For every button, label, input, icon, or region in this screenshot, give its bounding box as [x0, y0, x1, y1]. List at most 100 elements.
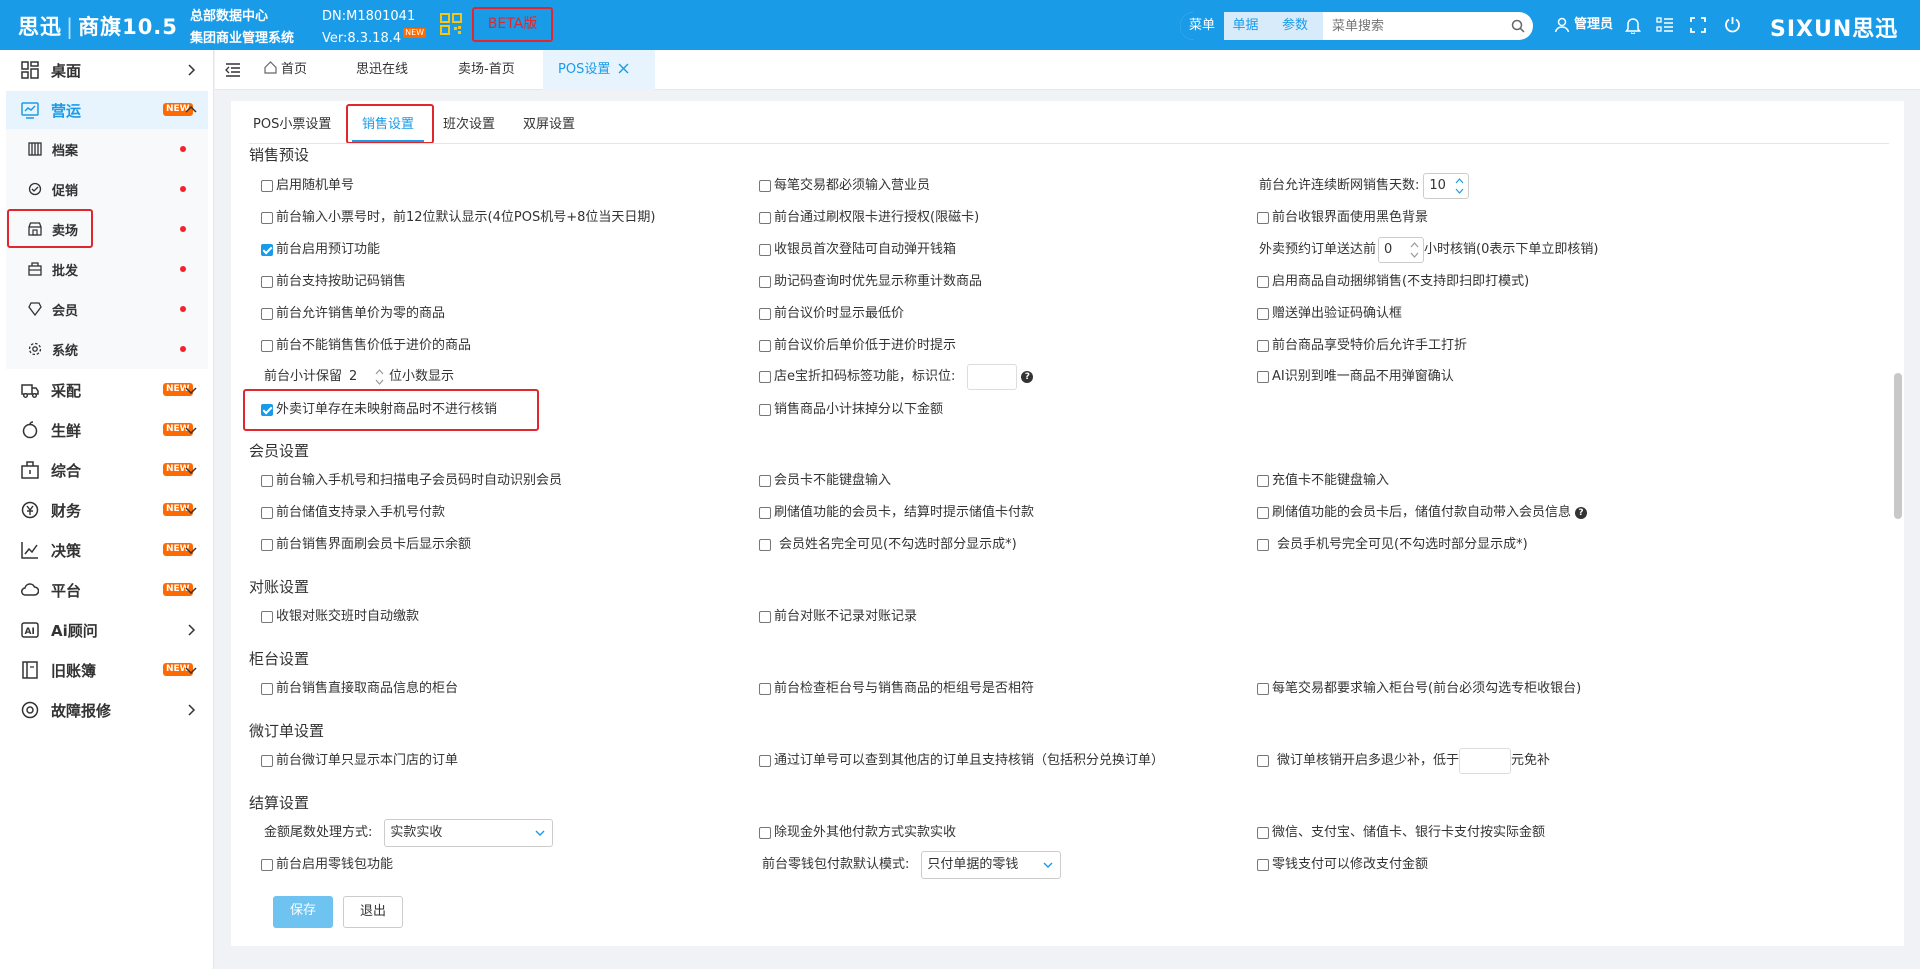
option-row[interactable]: 零钱支付可以修改支付金额: [1257, 856, 1428, 874]
checkbox[interactable]: [759, 371, 771, 383]
amount-input[interactable]: [1459, 748, 1512, 774]
sidebar-item-desktop[interactable]: 桌面: [6, 51, 208, 89]
checkbox[interactable]: [759, 683, 771, 695]
option-row[interactable]: 前台对账不记录对账记录: [759, 608, 917, 626]
option-row[interactable]: 启用随机单号: [261, 177, 354, 195]
offline-days-stepper[interactable]: 10: [1423, 173, 1470, 199]
option-row[interactable]: 微订单核销开启多退少补，低于 元免补: [1257, 747, 1550, 775]
checkbox[interactable]: [759, 507, 771, 519]
option-row[interactable]: 收银员首次登陆可自动弹开钱箱: [759, 241, 956, 259]
checkbox[interactable]: [759, 755, 771, 767]
checkbox[interactable]: [759, 244, 771, 256]
checkbox[interactable]: [759, 276, 771, 288]
marker-input[interactable]: [967, 364, 1018, 390]
checkbox[interactable]: [261, 340, 273, 352]
tab-store-home[interactable]: 卖场-首页: [458, 50, 515, 90]
list-icon[interactable]: [1656, 17, 1674, 33]
option-row[interactable]: 前台启用预订功能: [261, 241, 380, 259]
delivery-hours-stepper[interactable]: 0: [1378, 237, 1425, 263]
checkbox[interactable]: [1257, 371, 1269, 383]
exit-button[interactable]: 退出: [343, 896, 403, 928]
checkbox[interactable]: [1257, 308, 1269, 320]
option-row[interactable]: 助记码查询时优先显示称重计数商品: [759, 273, 982, 291]
stepper-arrows-icon[interactable]: [1410, 241, 1419, 259]
option-row[interactable]: 每笔交易都必须输入营业员: [759, 177, 930, 195]
checkbox-checked[interactable]: [261, 244, 273, 256]
sidebar-subitem-promotion[interactable]: 促销: [6, 169, 208, 209]
sidebar-item-ledger[interactable]: 旧账簿 NEW: [6, 651, 208, 689]
option-row[interactable]: 前台允许销售单价为零的商品: [261, 305, 445, 323]
option-row[interactable]: 前台输入小票号时，前12位默认显示(4位POS机号+8位当天日期): [261, 209, 655, 227]
subtab-receipt-settings[interactable]: POS小票设置: [253, 112, 331, 142]
checkbox[interactable]: [1257, 276, 1269, 288]
sidebar-item-ai-advisor[interactable]: AI Ai顾问: [6, 611, 208, 649]
tab-pos-settings[interactable]: POS设置: [543, 50, 655, 90]
checkbox[interactable]: [759, 539, 771, 551]
search-icon[interactable]: [1511, 19, 1525, 33]
search-mode-document[interactable]: 单据: [1224, 12, 1267, 40]
help-icon[interactable]: ?: [1575, 507, 1588, 519]
fullscreen-icon[interactable]: [1690, 17, 1706, 33]
checkbox[interactable]: [261, 755, 273, 767]
checkbox[interactable]: [261, 475, 273, 487]
search-mode-menu[interactable]: 菜单: [1180, 12, 1224, 40]
checkbox[interactable]: [1257, 859, 1269, 871]
stepper-arrows-icon[interactable]: [375, 368, 384, 386]
option-row[interactable]: 前台输入手机号和扫描电子会员码时自动识别会员: [261, 472, 562, 490]
sidebar-subitem-member[interactable]: 会员: [6, 289, 208, 329]
checkbox[interactable]: [261, 507, 273, 519]
checkbox[interactable]: [261, 180, 273, 192]
option-row[interactable]: 前台不能销售售价低于进价的商品: [261, 337, 471, 355]
collapse-menu-icon[interactable]: [225, 63, 241, 77]
sidebar-item-fresh[interactable]: 生鲜 NEW: [6, 411, 208, 449]
rounding-select[interactable]: 实款实收: [384, 819, 554, 847]
checkbox[interactable]: [1257, 827, 1269, 839]
option-row[interactable]: AI识别到唯一商品不用弹窗确认: [1257, 368, 1454, 386]
checkbox[interactable]: [1257, 755, 1269, 767]
checkbox[interactable]: [1257, 475, 1269, 487]
option-row[interactable]: 除现金外其他付款方式实款实收: [759, 824, 956, 842]
option-row[interactable]: 前台收银界面使用黑色背景: [1257, 209, 1428, 227]
decimal-places-stepper[interactable]: 2: [343, 364, 390, 390]
option-row[interactable]: 店e宝折扣码标签功能，标识位:?: [759, 363, 1034, 391]
option-row[interactable]: 赠送弹出验证码确认框: [1257, 305, 1402, 323]
help-icon[interactable]: ?: [1021, 371, 1034, 383]
beta-button[interactable]: BETA版: [472, 7, 553, 42]
option-row[interactable]: 前台销售界面刷会员卡后显示余额: [261, 536, 471, 554]
checkbox[interactable]: [1257, 539, 1269, 551]
checkbox[interactable]: [759, 827, 771, 839]
subtab-dual-screen-settings[interactable]: 双屏设置: [523, 112, 575, 142]
option-row[interactable]: 前台启用零钱包功能: [261, 856, 393, 874]
option-row[interactable]: 前台议价后单价低于进价时提示: [759, 337, 956, 355]
option-row[interactable]: 每笔交易都要求输入柜台号(前台必须勾选专柜收银台): [1257, 680, 1581, 698]
save-button[interactable]: 保存: [273, 896, 333, 928]
checkbox[interactable]: [261, 539, 273, 551]
wallet-mode-select[interactable]: 只付单据的零钱: [921, 851, 1062, 879]
option-row[interactable]: 刷储值功能的会员卡后，储值付款自动带入会员信息?: [1257, 504, 1588, 522]
sidebar-item-platform[interactable]: 平台 NEW: [6, 571, 208, 609]
sidebar-item-finance[interactable]: 财务 NEW: [6, 491, 208, 529]
checkbox[interactable]: [1257, 340, 1269, 352]
checkbox[interactable]: [759, 308, 771, 320]
option-row[interactable]: 前台销售直接取商品信息的柜台: [261, 680, 458, 698]
qr-code-icon[interactable]: [440, 13, 462, 35]
option-row[interactable]: 充值卡不能键盘输入: [1257, 472, 1389, 490]
sidebar-item-decision[interactable]: 决策 NEW: [6, 531, 208, 569]
bell-icon[interactable]: [1625, 16, 1641, 34]
user-menu[interactable]: 管理员: [1554, 13, 1613, 37]
checkbox[interactable]: [759, 180, 771, 192]
option-row[interactable]: 前台储值支持录入手机号付款: [261, 504, 445, 522]
option-row[interactable]: 收银对账交班时自动缴款: [261, 608, 419, 626]
option-row[interactable]: 会员卡不能键盘输入: [759, 472, 891, 490]
checkbox[interactable]: [261, 276, 273, 288]
checkbox[interactable]: [1257, 212, 1269, 224]
option-row[interactable]: 刷储值功能的会员卡，结算时提示储值卡付款: [759, 504, 1034, 522]
tab-sixun-online[interactable]: 思迅在线: [356, 50, 408, 90]
option-row[interactable]: 启用商品自动捆绑销售(不支持即扫即打模式): [1257, 273, 1529, 291]
option-row[interactable]: 前台通过刷权限卡进行授权(限磁卡): [759, 209, 979, 227]
option-row[interactable]: 微信、支付宝、储值卡、银行卡支付按实际金额: [1257, 824, 1545, 842]
checkbox[interactable]: [759, 611, 771, 623]
checkbox[interactable]: [261, 308, 273, 320]
search-input[interactable]: [1330, 12, 1505, 40]
checkbox[interactable]: [261, 683, 273, 695]
